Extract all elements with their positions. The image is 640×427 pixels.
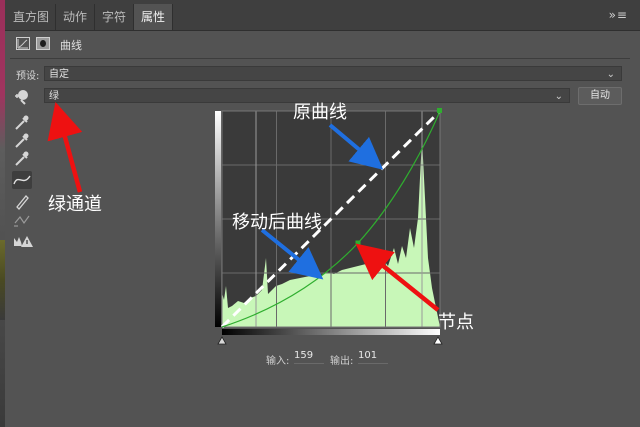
annotation-node: 节点 (438, 312, 474, 333)
arrow-to-moved-curve (260, 228, 324, 280)
annotation-moved-curve: 移动后曲线 (232, 212, 322, 233)
arrow-to-node (355, 243, 440, 312)
arrow-to-original-curve (328, 123, 384, 170)
arrow-to-channel (47, 101, 83, 193)
annotation-original-curve: 原曲线 (293, 102, 347, 123)
annotation-green-channel: 绿通道 (48, 194, 102, 215)
